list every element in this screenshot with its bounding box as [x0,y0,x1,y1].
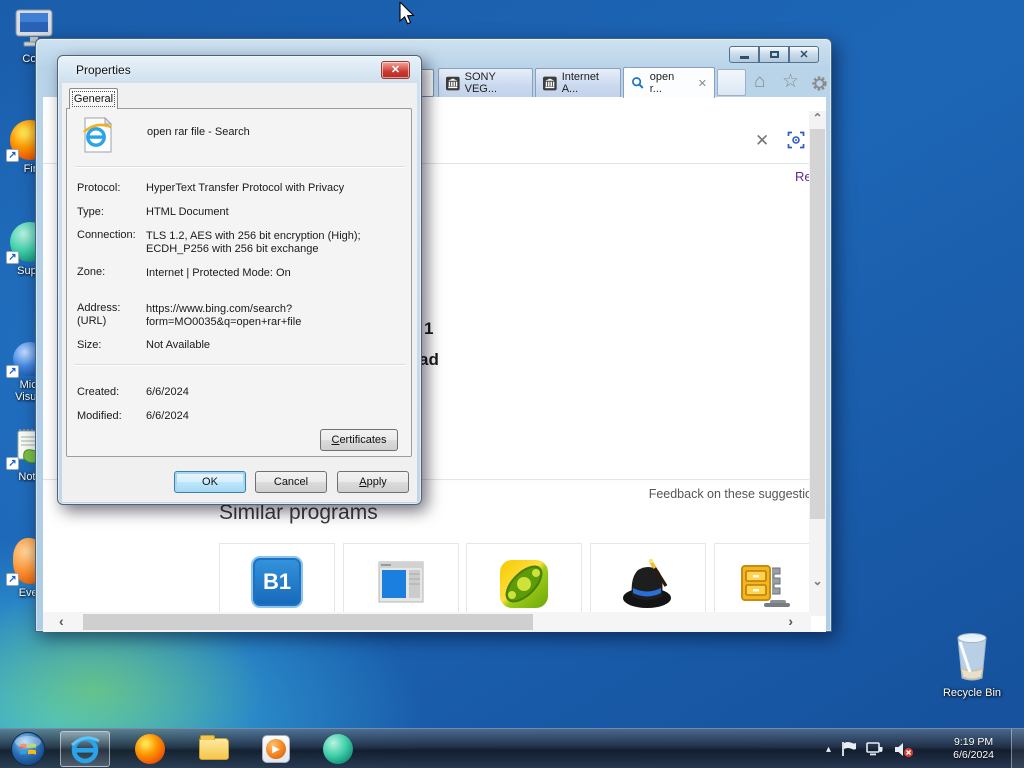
field-value: TLS 1.2, AES with 256 bit encryption (Hi… [146,230,361,255]
archive-building-icon [446,76,460,90]
field-value: 6/6/2024 [146,410,189,422]
teal-app-icon [323,734,353,764]
system-tray: ▴ [826,729,914,768]
archive-building-icon [543,76,557,90]
taskbar-media-player-button[interactable]: ▶ [254,731,298,767]
taskbar-ie-button[interactable] [60,731,110,767]
ie-document-icon [81,116,115,158]
peazip-icon [500,560,548,608]
network-icon[interactable] [866,741,885,757]
tab-open-rar-active[interactable]: open r... ✕ [623,67,715,98]
taskbar-firefox-button[interactable] [128,731,172,767]
tab-close-icon[interactable]: ✕ [698,77,707,90]
field-value: HyperText Transfer Protocol with Privacy [146,182,345,194]
tab-label: SONY VEG... [464,71,498,95]
maximize-button[interactable] [759,46,789,63]
scroll-right-icon[interactable]: › [788,613,793,629]
separator [75,166,405,168]
home-icon[interactable]: ⌂ [754,72,765,92]
field-value: https://www.bing.com/search? form=MO0035… [146,303,302,328]
ok-button[interactable]: OK [174,471,246,493]
scroll-down-icon[interactable]: ⌄ [810,574,825,588]
tab-label: Internet A... [561,71,599,95]
settings-gear-icon[interactable] [810,74,829,98]
winzip-icon [740,565,790,607]
recycle-bin-icon [942,626,1002,684]
magic-hat-icon [623,558,671,608]
show-desktop-button[interactable] [1011,729,1024,768]
field-label: Type: [77,206,104,218]
document-title: open rar file - Search [147,126,250,138]
clock-date: 6/6/2024 [953,749,994,761]
feedback-link[interactable]: Feedback on these suggestio [649,487,812,501]
field-value: Internet | Protected Mode: On [146,267,291,279]
separator [75,364,405,366]
clear-search-icon[interactable]: ✕ [755,131,769,151]
clock-time: 9:19 PM [954,736,994,748]
scroll-left-icon[interactable]: ‹ [59,613,64,629]
dialog-client-area: General open rar file - Search Protocol:… [62,83,417,502]
start-button[interactable] [6,731,50,767]
b1-archiver-icon: B1 [251,556,303,608]
search-icon [632,77,644,89]
window-controls: ✕ [729,46,819,63]
taskbar: ▶ ▴ 9:19 PM 6/6/2024 [0,728,1024,768]
taskbar-teal-app-button[interactable] [316,731,360,767]
field-label: Address: (URL) [77,302,121,327]
favorites-star-icon[interactable]: ☆ [782,72,799,92]
media-player-icon: ▶ [262,735,290,763]
visual-search-camera-icon[interactable] [787,131,805,154]
general-tab-panel: open rar file - Search Protocol: HyperTe… [66,108,412,457]
folder-icon [199,735,229,760]
shortcut-arrow-icon: ↗ [6,149,19,162]
new-tab-button[interactable] [717,69,746,96]
dialog-title: Properties [76,63,131,77]
minimize-button[interactable] [729,46,759,63]
dialog-close-button[interactable]: ✕ [381,61,410,79]
taskbar-clock[interactable]: 9:19 PM 6/6/2024 [953,736,994,762]
scroll-up-icon[interactable]: ⌃ [810,111,825,125]
action-center-flag-icon[interactable] [840,741,857,757]
apply-button[interactable]: Apply [337,471,409,493]
field-label: Connection: [77,229,136,241]
tray-expand-icon[interactable]: ▴ [826,744,831,755]
desktop-icon-label: Recycle Bin [942,687,1002,699]
certificates-button[interactable]: Certificates [320,429,398,451]
tab-label: open r... [649,71,675,95]
shortcut-arrow-icon: ↗ [6,573,19,586]
field-label: Created: [77,386,120,398]
taskbar-explorer-button[interactable] [192,731,236,767]
field-value: HTML Document [146,206,229,218]
field-value: 6/6/2024 [146,386,189,398]
internet-explorer-icon [70,736,100,764]
vertical-scroll-thumb[interactable] [810,129,825,519]
field-label: Protocol: [77,182,121,194]
tab-general[interactable]: General [69,88,118,109]
field-label: Size: [77,339,102,351]
tab-internet-archive[interactable]: Internet A... [535,68,621,97]
result-text-fragment: 1 [424,319,434,338]
properties-dialog: Properties ✕ General open rar file - Sea… [57,55,422,505]
close-button[interactable]: ✕ [789,46,819,63]
field-value: Not Available [146,339,211,351]
shortcut-arrow-icon: ↗ [6,365,19,378]
tab-sony-vegas[interactable]: SONY VEG... [438,68,533,97]
desktop-icon-recycle-bin[interactable]: Recycle Bin [942,626,1002,699]
mouse-cursor [399,0,419,33]
vertical-scrollbar[interactable]: ⌃ ⌄ [809,111,826,616]
volume-muted-icon[interactable] [894,741,914,758]
firefox-icon [135,734,165,764]
horizontal-scroll-thumb[interactable] [83,614,533,630]
horizontal-scrollbar[interactable]: ‹ › [43,612,811,632]
field-label: Zone: [77,266,106,278]
cancel-button[interactable]: Cancel [255,471,327,493]
shortcut-arrow-icon: ↗ [6,457,19,470]
shortcut-arrow-icon: ↗ [6,251,19,264]
windows-start-orb-icon [11,732,45,766]
window-app-icon [378,561,424,603]
field-label: Modified: [77,410,122,422]
